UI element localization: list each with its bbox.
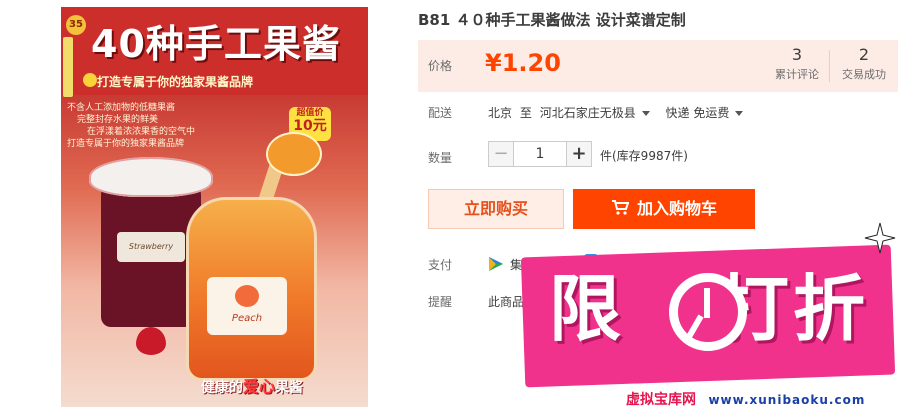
cover-subtitle-dot (83, 73, 97, 87)
cover-footer: 健康的爱心果酱 (201, 373, 303, 397)
watermark-site-name: 虚拟宝库网 (626, 392, 696, 408)
cover-title: 40种手工果酱 (91, 22, 341, 66)
price-label: 价格 (428, 59, 453, 73)
stat-divider (829, 50, 830, 82)
cover-blurb-line: 不含人工添加物的低糖果酱 (67, 103, 176, 113)
strawberry (136, 327, 166, 355)
cover-footer-suffix: 果酱 (275, 380, 304, 396)
product-image[interactable]: 35 40种手工果酱 打造专属于你的独家果酱品牌 不含人工添加物的低糖果酱 完整… (61, 7, 368, 407)
chevron-down-icon (735, 110, 744, 116)
sales-count[interactable]: 2 交易成功 (831, 44, 897, 82)
reminder-text: 此商品 (488, 295, 525, 309)
add-to-cart-label: 加入购物车 (636, 199, 717, 218)
peach-jar-label: Peach (207, 277, 287, 335)
payment-label: 支付 (428, 258, 453, 272)
review-count-label: 累计评论 (775, 68, 819, 81)
discount-promo-overlay: 限打折 (520, 221, 898, 401)
clock-icon (669, 273, 747, 351)
shipping-from: 北京 (488, 106, 513, 120)
orange-slice (266, 132, 322, 176)
promo-text-left: 限 (549, 267, 626, 351)
chevron-down-icon (641, 110, 650, 116)
watermark-url: www.xunibaoku.com (708, 393, 866, 407)
quantity-label: 数量 (428, 151, 453, 165)
shipping-method-select[interactable]: 快递 免运费 (666, 106, 750, 120)
site-watermark: 虚拟宝库网 www.xunibaoku.com (626, 389, 865, 409)
product-title: B81 ４０种手工果酱做法 设计菜谱定制 (418, 11, 686, 29)
shipping-destination: 河北石家庄无极县 (539, 106, 636, 120)
sales-count-number: 2 (858, 45, 870, 64)
strawberry-jar-label: Strawberry (117, 232, 185, 262)
cover-blurb-line: 打造专属于你的独家果酱品牌 (67, 139, 185, 149)
sales-count-label: 交易成功 (842, 68, 886, 81)
review-count[interactable]: 3 累计评论 (764, 44, 830, 82)
price-panel: 价格 ¥1.20 3 累计评论 2 交易成功 (418, 40, 898, 92)
quantity-input[interactable]: 1 (514, 141, 566, 167)
shipping-info: 北京 至 河北石家庄无极县 快递 免运费 (488, 104, 749, 121)
stock-text: 件(库存9987件) (600, 149, 688, 163)
series-number-badge: 35 (66, 15, 86, 35)
cover-blurb-line: 在浮漾着浓浓果香的空气中 (87, 127, 196, 137)
review-count-number: 3 (791, 45, 803, 64)
reminder-label: 提醒 (428, 295, 453, 309)
shipping-method: 快递 免运费 (665, 106, 730, 120)
quantity-decrease-button[interactable]: − (488, 141, 514, 167)
strawberry-jar-lid (89, 157, 213, 197)
shipping-destination-select[interactable]: 河北石家庄无极县 (540, 106, 656, 120)
cover-subtitle: 打造专属于你的独家果酱品牌 (97, 75, 254, 89)
shipping-label: 配送 (428, 106, 453, 120)
cover-blurb: 不含人工添加物的低糖果酱 完整封存水果的鲜美 在浮漾着浓浓果香的空气中 打造专属… (67, 102, 195, 150)
cover-blurb-line: 完整封存水果的鲜美 (77, 115, 159, 125)
cover-footer-accent: 爱心 (243, 377, 276, 396)
quantity-increase-button[interactable]: + (566, 141, 592, 167)
cover-side-strip (63, 37, 73, 97)
shipping-to-word: 至 (519, 106, 532, 120)
sparkle-icon (863, 221, 897, 255)
cover-footer-prefix: 健康的 (201, 380, 243, 396)
jifenbao-icon (488, 256, 504, 276)
price-value: ¥1.20 (485, 49, 561, 77)
